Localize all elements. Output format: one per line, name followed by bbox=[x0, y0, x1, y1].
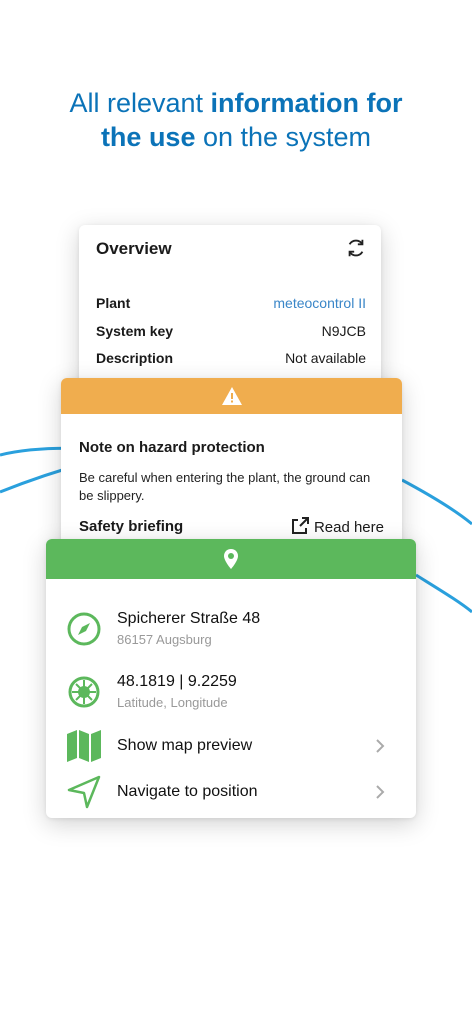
location-pin-icon bbox=[224, 549, 238, 569]
hazard-text: Be careful when entering the plant, the … bbox=[79, 470, 371, 503]
location-header bbox=[46, 539, 416, 579]
headline-part2: on the system bbox=[195, 122, 372, 152]
headline-part1: All relevant bbox=[69, 88, 211, 118]
overview-title: Overview bbox=[96, 239, 172, 258]
hazard-title: Note on hazard protection bbox=[79, 439, 265, 456]
coordinates-row: 48.1819 | 9.2259 Latitude, Longitude bbox=[66, 673, 386, 710]
navigate-label: Navigate to position bbox=[117, 783, 258, 800]
overview-row-description: Description Not available bbox=[96, 350, 366, 366]
address-street: Spicherer Straße 48 bbox=[117, 610, 261, 627]
external-link-icon bbox=[291, 517, 309, 534]
hazard-card: Note on hazard protection Be careful whe… bbox=[61, 378, 402, 553]
headline-bold1: information for bbox=[210, 88, 403, 118]
show-map-preview-row[interactable]: Show map preview bbox=[66, 728, 386, 764]
navigate-row[interactable]: Navigate to position bbox=[66, 774, 386, 810]
crosshair-compass-icon bbox=[68, 676, 100, 707]
warning-icon bbox=[221, 387, 242, 405]
overview-row-system-key: System key N9JCB bbox=[96, 323, 366, 339]
overview-row-plant: Plant meteocontrol II bbox=[96, 295, 366, 311]
read-here-label: Read here bbox=[313, 519, 384, 536]
overview-label: Plant bbox=[96, 295, 131, 311]
overview-label: Description bbox=[96, 350, 174, 366]
address-city: 86157 Augsburg bbox=[117, 632, 212, 647]
navigate-arrow-icon bbox=[67, 775, 101, 809]
refresh-icon[interactable] bbox=[345, 237, 367, 259]
coordinates: 48.1819 | 9.2259 bbox=[117, 673, 237, 690]
overview-card: Overview Plant meteocontrol II System ke… bbox=[79, 225, 381, 400]
plant-link[interactable]: meteocontrol II bbox=[273, 295, 366, 311]
headline: All relevant information for the use on … bbox=[0, 86, 472, 154]
safety-briefing-label: Safety briefing bbox=[79, 518, 184, 535]
show-map-preview-label: Show map preview bbox=[117, 737, 253, 754]
overview-label: System key bbox=[96, 323, 174, 339]
coordinates-label: Latitude, Longitude bbox=[117, 695, 228, 710]
address-row: Spicherer Straße 48 86157 Augsburg bbox=[66, 610, 386, 647]
headline-bold2: the use bbox=[100, 122, 196, 152]
location-card: Spicherer Straße 48 86157 Augsburg 48.18… bbox=[46, 539, 416, 818]
hazard-header bbox=[61, 378, 402, 414]
chevron-right-icon bbox=[376, 739, 385, 753]
map-icon bbox=[67, 730, 101, 762]
overview-value: N9JCB bbox=[321, 323, 366, 339]
read-here-link[interactable]: Read here bbox=[290, 516, 384, 536]
overview-value: Not available bbox=[285, 350, 366, 366]
compass-icon bbox=[67, 612, 101, 645]
chevron-right-icon bbox=[376, 785, 385, 799]
